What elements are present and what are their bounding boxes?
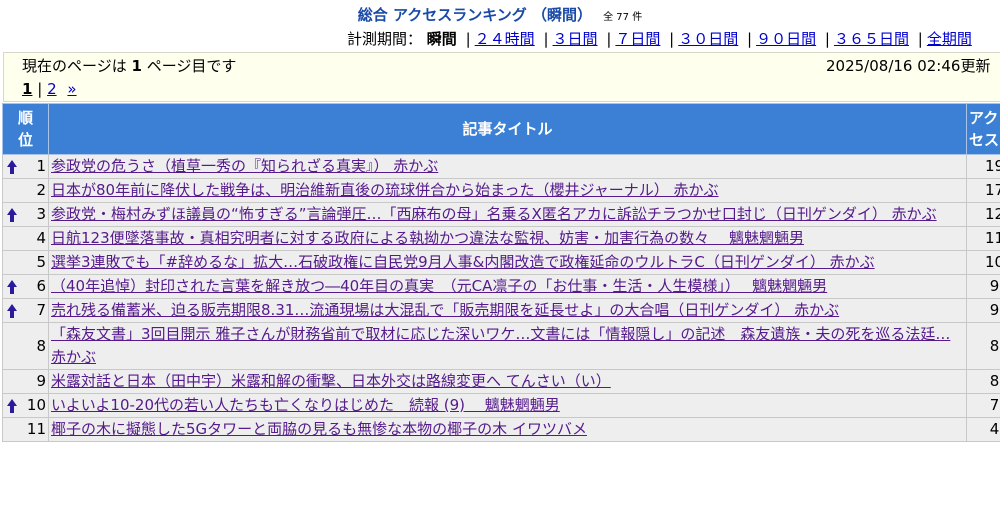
table-row: 1 参政党の危うさ（植草一秀の『知られざる真実』） 赤かぶ 19 (2, 154, 1000, 179)
page-info-box: 現在のページは 1 ページ目です 2025/08/16 02:46更新 1 | … (3, 52, 1000, 102)
rank-number: 11 (26, 420, 46, 438)
pager-current: 1 (22, 80, 33, 98)
rank-cell: 11 (2, 417, 49, 442)
title-cell: いよいよ10-20代の若い人たちも亡くなりはじめた 続報 (9) 魑魅魍魎男 (48, 393, 967, 418)
access-count: 9 (966, 298, 1000, 323)
period-selector: 計測期間： 瞬間 | ２４時間 | ３日間 | ７日間 | ３０日間 | ９０日間 | ３６… (347, 30, 972, 48)
pager-next[interactable]: » (67, 80, 76, 98)
period-link-30d[interactable]: ３０日間 (678, 30, 738, 48)
title-cell: 参政党・梅村みずほ議員の“怖すぎる”言論弾圧…「西麻布の母」名乗るX匿名アカに訴… (48, 202, 967, 227)
rank-number: 9 (36, 372, 46, 390)
title-cell: 椰子の木に擬態した5Gタワーと両脇の見るも無惨な本物の椰子の木 イワツバメ (48, 417, 967, 442)
access-count: 17 (966, 178, 1000, 203)
table-header-row: 順位 記事タイトル アクセス (2, 103, 1000, 155)
access-count: 9 (966, 274, 1000, 299)
access-count: 11 (966, 226, 1000, 251)
rank-cell: 3 (2, 202, 49, 227)
title-cell: 日本が80年前に降伏した戦争は、明治維新直後の琉球併合から始まった（櫻井ジャーナ… (48, 178, 967, 203)
rank-cell: 8 (2, 322, 49, 370)
table-row: 5 選挙3連敗でも「#辞めるな」拡大…石破政権に自民党9月人事&内閣改造で政権延命… (2, 250, 1000, 275)
title-cell: 米露対話と日本（田中宇）米露和解の衝撃、日本外交は路線変更へ てんさい（い） (48, 369, 967, 394)
article-title-link[interactable]: 日航123便墜落事故・真相究明者に対する政府による執拗かつ違法な監視、妨害・加害… (51, 229, 804, 247)
rank-number: 10 (26, 396, 46, 414)
article-title-link[interactable]: （40年追悼）封印された言葉を解き放つ―40年目の真実 （元CA凛子の「お仕事・… (51, 277, 827, 295)
title-cell: 売れ残る備蓄米、迫る販売期限8.31…流通現場は大混乱で「販売期限を延長せよ」の… (48, 298, 967, 323)
rank-number: 5 (36, 253, 46, 271)
article-title-link[interactable]: 椰子の木に擬態した5Gタワーと両脇の見るも無惨な本物の椰子の木 イワツバメ (51, 420, 587, 438)
header-title: 記事タイトル (48, 103, 967, 155)
header-rank: 順位 (2, 103, 49, 155)
article-title-link[interactable]: 参政党の危うさ（植草一秀の『知られざる真実』） 赤かぶ (51, 157, 438, 175)
access-count: 7 (966, 393, 1000, 418)
access-count: 19 (966, 154, 1000, 179)
title-cell: 参政党の危うさ（植草一秀の『知られざる真実』） 赤かぶ (48, 154, 967, 179)
title-cell: 「森友文書」3回目開示 雅子さんが財務省前で取材に応じた深いワケ…文書には「情報… (48, 322, 967, 370)
article-title-link[interactable]: いよいよ10-20代の若い人たちも亡くなりはじめた 続報 (9) 魑魅魍魎男 (51, 396, 560, 414)
header-access: アクセス (966, 103, 1000, 155)
rank-number: 8 (36, 336, 46, 355)
title-line: 総合 アクセスランキング （瞬間） 全 77 件 (0, 4, 1000, 25)
access-count: 12 (966, 202, 1000, 227)
table-row: 11 椰子の木に擬態した5Gタワーと両脇の見るも無惨な本物の椰子の木 イワツバメ 4 (2, 417, 1000, 442)
access-count: 8 (966, 369, 1000, 394)
table-row: 4 日航123便墜落事故・真相究明者に対する政府による執拗かつ違法な監視、妨害・加… (2, 226, 1000, 251)
pager-separator: | (37, 80, 43, 98)
rank-cell: 2 (2, 178, 49, 203)
article-title-link[interactable]: 日本が80年前に降伏した戦争は、明治維新直後の琉球併合から始まった（櫻井ジャーナ… (51, 181, 719, 199)
ranking-header: 総合 アクセスランキング （瞬間） 全 77 件 計測期間： 瞬間 | ２４時間 … (0, 0, 1000, 52)
rank-number: 2 (36, 181, 46, 199)
rank-cell: 6 (2, 274, 49, 299)
updated-timestamp: 2025/08/16 02:46更新 (826, 57, 991, 75)
title-cell: 日航123便墜落事故・真相究明者に対する政府による執拗かつ違法な監視、妨害・加害… (48, 226, 967, 251)
period-link-90d[interactable]: ９０日間 (756, 30, 816, 48)
total-count: 全 77 件 (603, 12, 643, 23)
rank-cell: 10 (2, 393, 49, 418)
rank-cell: 1 (2, 154, 49, 179)
access-count: 4 (966, 417, 1000, 442)
article-title-link[interactable]: 売れ残る備蓄米、迫る販売期限8.31…流通現場は大混乱で「販売期限を延長せよ」の… (51, 301, 839, 319)
article-title-link[interactable]: 選挙3連敗でも「#辞めるな」拡大…石破政権に自民党9月人事&内閣改造で政権延命の… (51, 253, 875, 271)
period-link-7d[interactable]: ７日間 (615, 30, 660, 48)
access-count: 8 (966, 322, 1000, 370)
rank-number: 4 (36, 229, 46, 247)
current-page-text: 現在のページは 1 ページ目です (22, 57, 237, 75)
article-title-link[interactable]: 参政党・梅村みずほ議員の“怖すぎる”言論弾圧…「西麻布の母」名乗るX匿名アカに訴… (51, 205, 937, 223)
page-title: 総合 アクセスランキング （瞬間） (357, 6, 593, 24)
table-row: 3 参政党・梅村みずほ議員の“怖すぎる”言論弾圧…「西麻布の母」名乗るX匿名アカに… (2, 202, 1000, 227)
period-link-3d[interactable]: ３日間 (553, 30, 598, 48)
rank-cell: 9 (2, 369, 49, 394)
period-link-365d[interactable]: ３６５日間 (834, 30, 909, 48)
ranking-table: 順位 記事タイトル アクセス 1 参政党の危うさ（植草一秀の『知られざる真実』） … (2, 103, 1000, 442)
table-row: 7 売れ残る備蓄米、迫る販売期限8.31…流通現場は大混乱で「販売期限を延長せよ」… (2, 298, 1000, 323)
article-title-link[interactable]: 「森友文書」3回目開示 雅子さんが財務省前で取材に応じた深いワケ…文書には「情報… (51, 325, 950, 366)
period-current: 瞬間 (426, 30, 457, 48)
rank-cell: 5 (2, 250, 49, 275)
title-cell: （40年追悼）封印された言葉を解き放つ―40年目の真実 （元CA凛子の「お仕事・… (48, 274, 967, 299)
table-row: 8 「森友文書」3回目開示 雅子さんが財務省前で取材に応じた深いワケ…文書には「情… (2, 322, 1000, 370)
rank-number: 1 (36, 157, 46, 175)
access-count: 10 (966, 250, 1000, 275)
article-title-link[interactable]: 米露対話と日本（田中宇）米露和解の衝撃、日本外交は路線変更へ てんさい（い） (51, 372, 611, 390)
rank-number: 6 (36, 277, 46, 295)
rank-number: 7 (36, 301, 46, 319)
title-cell: 選挙3連敗でも「#辞めるな」拡大…石破政権に自民党9月人事&内閣改造で政権延命の… (48, 250, 967, 275)
period-link-all[interactable]: 全期間 (927, 30, 972, 48)
current-page-number: 1 (131, 57, 142, 75)
table-row: 10 いよいよ10-20代の若い人たちも亡くなりはじめた 続報 (9) 魑魅魍魎男… (2, 393, 1000, 418)
table-row: 6 （40年追悼）封印された言葉を解き放つ―40年目の真実 （元CA凛子の「お仕事… (2, 274, 1000, 299)
rank-number: 3 (36, 205, 46, 223)
rank-cell: 7 (2, 298, 49, 323)
pager-page-2[interactable]: 2 (47, 80, 57, 98)
table-row: 2 日本が80年前に降伏した戦争は、明治維新直後の琉球併合から始まった（櫻井ジャー… (2, 178, 1000, 203)
period-link-24h[interactable]: ２４時間 (475, 30, 535, 48)
table-row: 9 米露対話と日本（田中宇）米露和解の衝撃、日本外交は路線変更へ てんさい（い） 8 (2, 369, 1000, 394)
period-label: 計測期間： (347, 30, 423, 48)
pagination: 1 | 2 » (22, 80, 77, 98)
rank-cell: 4 (2, 226, 49, 251)
